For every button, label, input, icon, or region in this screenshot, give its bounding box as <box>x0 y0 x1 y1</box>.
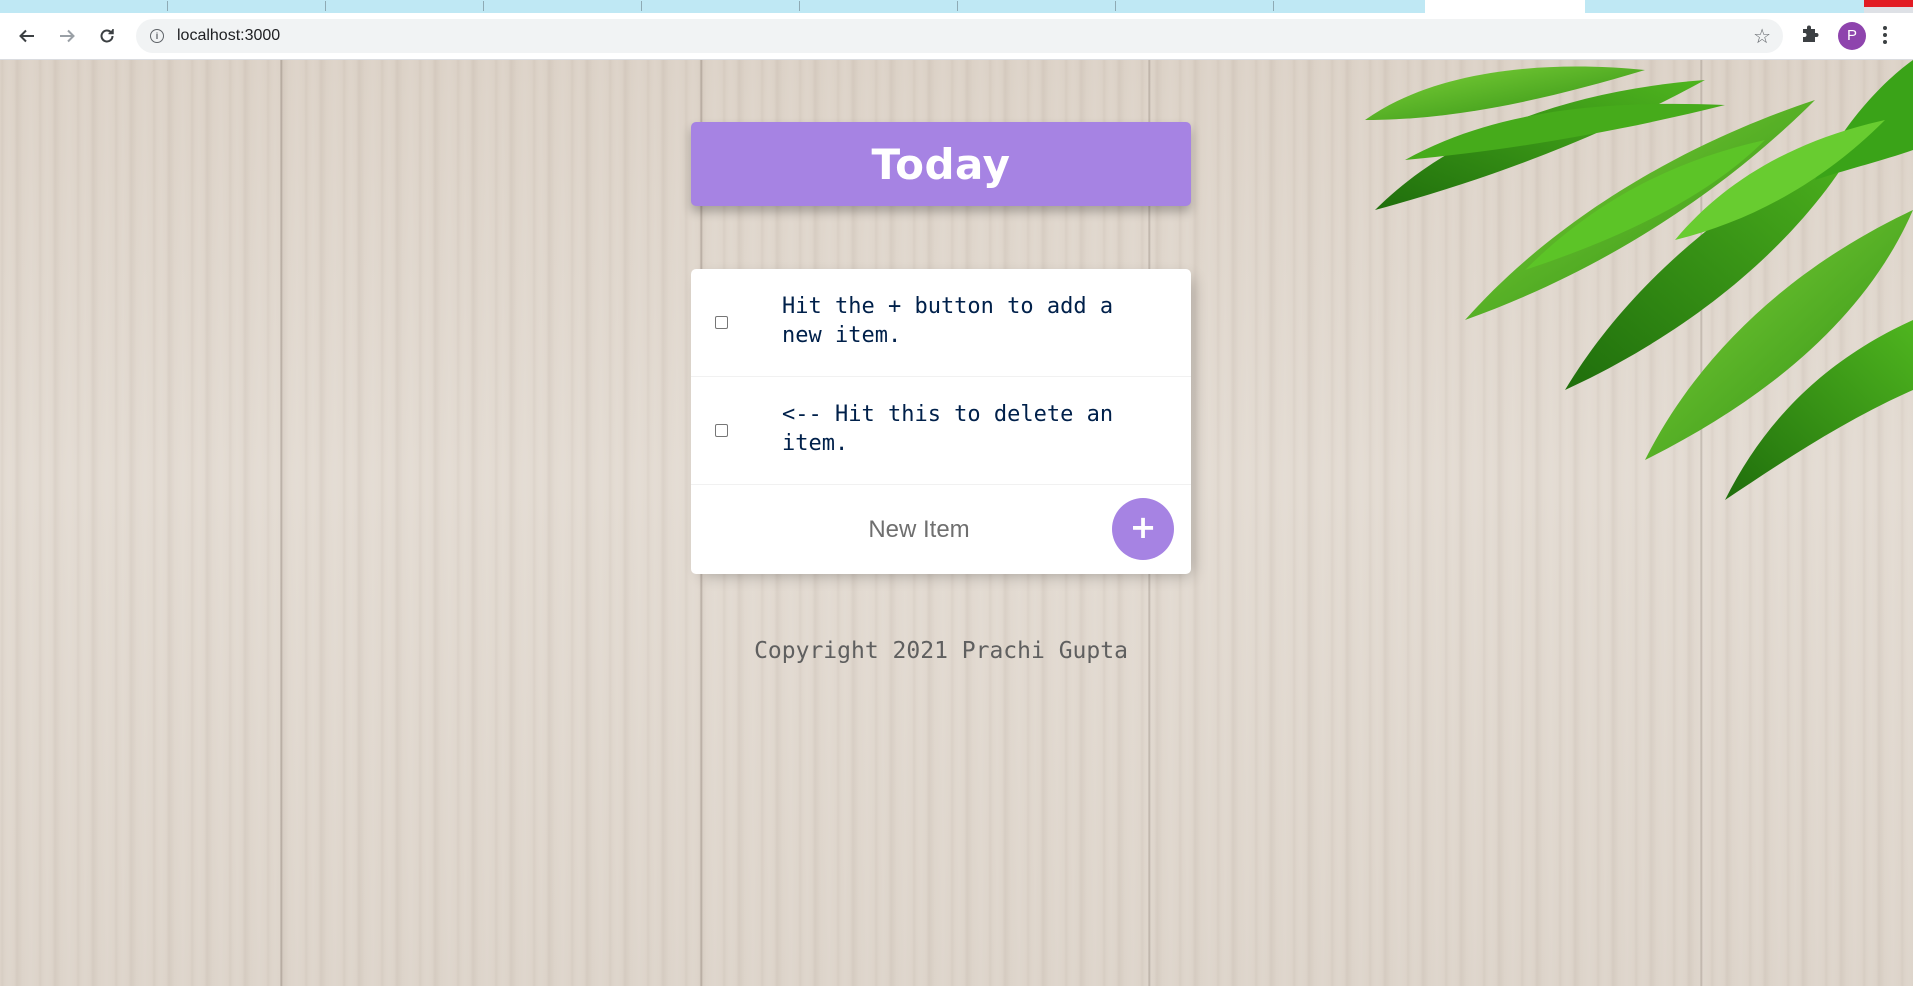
tab-separator <box>799 1 800 11</box>
todo-list-card: Hit the + button to add a new item. <-- … <box>691 269 1191 574</box>
arrow-right-icon <box>60 29 75 43</box>
item-checkbox[interactable] <box>715 424 728 437</box>
new-item-input[interactable] <box>787 507 1051 553</box>
tab-separator <box>641 1 642 11</box>
tab-separator <box>957 1 958 11</box>
star-icon[interactable]: ☆ <box>1753 24 1771 49</box>
extensions-button[interactable] <box>1800 25 1820 50</box>
item-checkbox[interactable] <box>715 316 728 329</box>
puzzle-icon <box>1803 25 1819 42</box>
kebab-menu-icon <box>1883 26 1887 44</box>
tab-separator <box>1273 1 1274 11</box>
tab-background <box>0 0 1425 13</box>
url-text[interactable]: localhost:3000 <box>177 27 280 45</box>
add-item-button[interactable]: + <box>1112 498 1174 560</box>
todo-item: Hit the + button to add a new item. <box>691 269 1191 377</box>
avatar[interactable]: P <box>1838 22 1866 50</box>
arrow-left-icon <box>19 29 34 43</box>
page-title: Today <box>871 139 1011 189</box>
browser-menu-button[interactable] <box>1882 25 1888 50</box>
tab-separator <box>1115 1 1116 11</box>
copyright-footer: Copyright 2021 Prachi Gupta <box>754 638 1128 664</box>
address-bar[interactable]: i localhost:3000 ☆ <box>136 19 1783 53</box>
page-viewport: Today Hit the + button to add a new item… <box>0 60 1913 986</box>
tab-background[interactable] <box>1585 0 1864 13</box>
new-item-form: + <box>691 485 1191 574</box>
item-text: Hit the + button to add a new item. <box>782 294 1114 348</box>
reload-button[interactable] <box>92 21 122 51</box>
forward-button[interactable] <box>52 21 82 51</box>
window-close-indicator[interactable] <box>1864 0 1913 7</box>
leaves-decoration <box>1365 60 1913 500</box>
tab-strip <box>0 0 1913 13</box>
reload-icon <box>100 29 114 43</box>
active-tab[interactable] <box>1425 0 1585 13</box>
heading-banner: Today <box>691 122 1191 206</box>
todo-item: <-- Hit this to delete an item. <box>691 377 1191 485</box>
back-button[interactable] <box>12 21 42 51</box>
tab-separator <box>483 1 484 11</box>
tab-separator <box>325 1 326 11</box>
browser-toolbar: i localhost:3000 ☆ P <box>0 13 1913 60</box>
item-text: <-- Hit this to delete an item. <box>782 402 1114 456</box>
tab-separator <box>167 1 168 11</box>
info-icon[interactable]: i <box>150 29 164 43</box>
